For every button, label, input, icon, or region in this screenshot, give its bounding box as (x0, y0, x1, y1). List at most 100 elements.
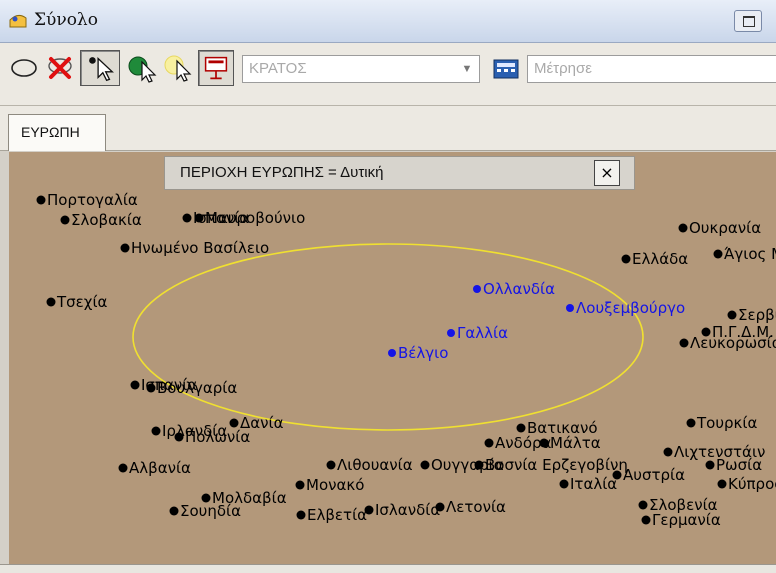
country-point[interactable]: Ελλάδα (622, 250, 689, 268)
country-marker[interactable] (714, 250, 723, 259)
country-marker[interactable] (365, 506, 374, 515)
attribute-combo[interactable]: ΚΡΑΤΟΣ ▼ (242, 55, 480, 83)
country-point[interactable]: Ηνωμένο Βασίλειο (121, 239, 270, 257)
country-label: Γαλλία (457, 324, 508, 342)
country-marker[interactable] (147, 384, 156, 393)
country-point[interactable]: Ουκρανία (679, 219, 762, 237)
restore-window-button[interactable] (734, 10, 762, 32)
tab-bar: ΕΥΡΩΠΗ (0, 106, 776, 151)
pointer-highlight-icon[interactable] (162, 52, 194, 84)
country-point[interactable]: Ολλανδία (473, 280, 555, 298)
country-marker[interactable] (622, 255, 631, 264)
add-to-set-icon[interactable] (126, 52, 158, 84)
country-marker[interactable] (297, 511, 306, 520)
measure-combo[interactable]: Μέτρησε (527, 55, 776, 83)
country-marker[interactable] (230, 419, 239, 428)
close-icon[interactable]: × (594, 160, 620, 186)
country-point[interactable]: Βέλγιο (388, 344, 448, 362)
country-point[interactable]: Λουξεμβούργο (566, 299, 685, 317)
country-marker[interactable] (61, 216, 70, 225)
country-marker[interactable] (183, 214, 192, 223)
country-marker[interactable] (175, 433, 184, 442)
country-marker[interactable] (680, 339, 689, 348)
country-label: Ηνωμένο Βασίλειο (131, 239, 269, 257)
country-point[interactable]: Γαλλία (447, 324, 508, 342)
country-marker[interactable] (687, 419, 696, 428)
country-label: Μάλτα (550, 434, 601, 452)
country-marker[interactable] (485, 439, 494, 448)
country-point[interactable]: Αυστρία (613, 466, 686, 484)
map-canvas[interactable]: ΠορτογαλίαΣλοβακίαΙσπανίαΜαυροβούνιοΟυκρ… (9, 152, 776, 564)
country-marker[interactable] (152, 427, 161, 436)
country-label: Ιταλία (570, 475, 617, 493)
country-point[interactable]: Άγιος Μαρίνος (714, 245, 776, 263)
chevron-down-icon[interactable]: ▼ (459, 60, 475, 78)
country-label: Βοσνία Ερζεγοβίνη (485, 456, 628, 474)
country-point[interactable]: Βουλγαρία (147, 379, 238, 397)
country-marker[interactable] (195, 214, 204, 223)
country-point[interactable]: Μονακό (296, 476, 365, 494)
country-label: Λιθουανία (337, 456, 413, 474)
country-label: Ισλανδία (375, 501, 440, 519)
window-title: Σύνολο (34, 10, 98, 30)
country-marker[interactable] (37, 196, 46, 205)
country-point[interactable]: Βοσνία Ερζεγοβίνη (475, 456, 628, 474)
country-marker[interactable] (170, 507, 179, 516)
country-marker[interactable] (642, 516, 651, 525)
calculator-icon[interactable] (492, 55, 520, 83)
country-marker[interactable] (517, 424, 526, 433)
country-marker[interactable] (664, 448, 673, 457)
country-marker[interactable] (475, 461, 484, 470)
country-marker[interactable] (566, 304, 574, 312)
country-point[interactable]: Πολωνία (175, 428, 251, 446)
country-label: Ολλανδία (483, 280, 555, 298)
country-marker[interactable] (560, 480, 569, 489)
country-point[interactable]: Τουρκία (687, 414, 758, 432)
country-point[interactable]: Τσεχία (47, 293, 108, 311)
country-point[interactable]: Ελβετία (297, 506, 368, 524)
country-point[interactable]: Ιταλία (560, 475, 618, 493)
country-label: Λευκορωσία (690, 334, 776, 352)
country-marker[interactable] (436, 503, 445, 512)
show-data-icon[interactable] (198, 50, 234, 86)
country-label: Άγιος Μαρίνος (724, 245, 776, 263)
selection-ellipse[interactable] (133, 244, 643, 430)
country-point[interactable]: Πορτογαλία (37, 191, 138, 209)
country-point[interactable]: Γερμανία (642, 511, 721, 529)
country-marker[interactable] (718, 480, 727, 489)
country-marker[interactable] (327, 461, 336, 470)
country-marker[interactable] (613, 471, 622, 480)
country-marker[interactable] (388, 349, 396, 357)
country-marker[interactable] (421, 461, 430, 470)
country-label: Βουλγαρία (157, 379, 237, 397)
country-point[interactable]: Ισλανδία (365, 501, 441, 519)
country-point[interactable]: Σουηδία (170, 502, 242, 520)
country-point[interactable]: Μαυροβούνιο (195, 209, 306, 227)
country-point[interactable]: Σλοβακία (61, 211, 142, 229)
country-marker[interactable] (121, 244, 130, 253)
tab-europe[interactable]: ΕΥΡΩΠΗ (8, 114, 106, 151)
country-marker[interactable] (119, 464, 128, 473)
country-point[interactable]: Λευκορωσία (680, 334, 776, 352)
country-point[interactable]: Σερβία (728, 306, 776, 324)
country-marker[interactable] (728, 311, 737, 320)
country-point[interactable]: Κύπρος (718, 475, 776, 493)
pointer-select-icon[interactable] (80, 50, 120, 86)
map-area[interactable]: ΠορτογαλίαΣλοβακίαΙσπανίαΜαυροβούνιοΟυκρ… (9, 152, 776, 564)
country-marker[interactable] (131, 381, 140, 390)
ellipse-select-icon[interactable] (8, 52, 40, 84)
country-marker[interactable] (473, 285, 481, 293)
country-point[interactable]: Λιθουανία (327, 456, 413, 474)
country-marker[interactable] (296, 481, 305, 490)
toolbar: ΚΡΑΤΟΣ ▼ Μέτρησε (0, 43, 776, 106)
country-marker[interactable] (679, 224, 688, 233)
country-marker[interactable] (706, 461, 715, 470)
country-label: Πορτογαλία (47, 191, 138, 209)
clear-selection-icon[interactable] (44, 52, 76, 84)
country-marker[interactable] (540, 439, 549, 448)
country-marker[interactable] (47, 298, 56, 307)
country-marker[interactable] (639, 501, 648, 510)
country-marker[interactable] (447, 329, 455, 337)
country-point[interactable]: Αλβανία (119, 459, 192, 477)
country-point[interactable]: Λετονία (436, 498, 507, 516)
